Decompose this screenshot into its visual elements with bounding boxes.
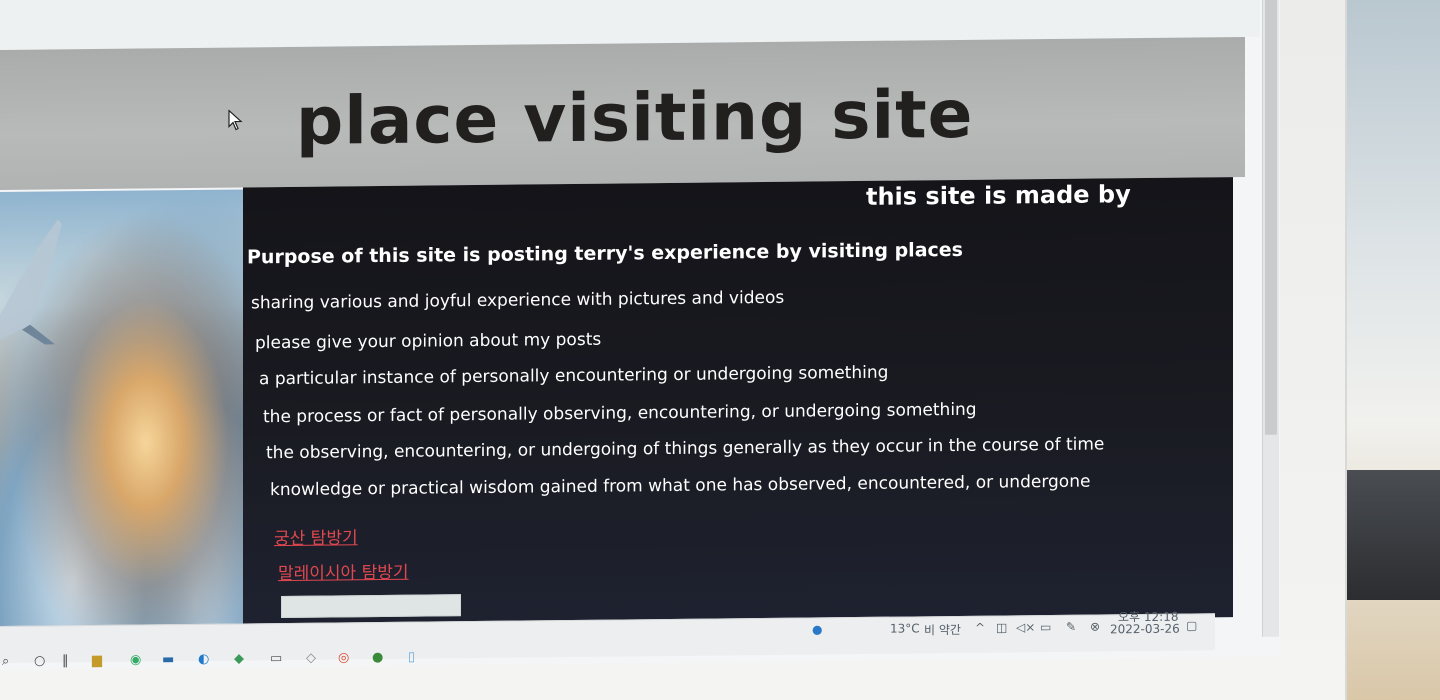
app-icon[interactable]: ▭ — [270, 651, 282, 666]
mail-icon[interactable]: ▬ — [162, 652, 174, 667]
weather-desc[interactable]: 비 약간 — [924, 621, 961, 638]
app-icon[interactable]: ◉ — [130, 653, 141, 668]
text-input[interactable] — [281, 594, 461, 619]
link-gungsan[interactable]: 궁산 탐방기 — [274, 523, 358, 549]
pen-icon[interactable]: ✎ — [1066, 620, 1076, 634]
app-icon[interactable]: ▯ — [408, 650, 415, 665]
content-line: please give your opinion about my posts — [255, 329, 602, 354]
chrome-icon[interactable]: ◎ — [338, 650, 349, 665]
app-icon[interactable]: ◆ — [234, 651, 244, 666]
clock-date[interactable]: 2022-03-26 — [1110, 622, 1180, 637]
search-icon[interactable]: ⌕ — [2, 654, 9, 669]
notification-badge-icon[interactable]: ● — [812, 622, 822, 636]
notification-icon[interactable]: ▢ — [1186, 618, 1197, 632]
task-view-icon[interactable]: ‖ — [62, 653, 69, 668]
edge-icon[interactable]: ◐ — [198, 652, 209, 667]
airplane-wing-graphic — [0, 219, 62, 345]
chevron-up-icon[interactable]: ^ — [975, 621, 985, 635]
link-malaysia[interactable]: 말레이시아 탐방기 — [278, 558, 409, 584]
weather-temp[interactable]: 13°C — [890, 621, 920, 635]
network-icon[interactable]: ◫ — [996, 620, 1007, 634]
cortana-icon[interactable]: ○ — [34, 654, 45, 669]
volume-icon[interactable]: ◁× — [1016, 620, 1035, 634]
monitor-screen: place visiting site this site is made by… — [0, 0, 1280, 670]
battery-icon[interactable]: ▭ — [1040, 620, 1051, 634]
scrollbar-thumb[interactable] — [1265, 0, 1277, 435]
file-explorer-icon[interactable]: ▆ — [92, 653, 102, 668]
made-by-heading: this site is made by — [866, 180, 1131, 211]
page-scrollbar[interactable] — [1262, 0, 1279, 637]
app-icon[interactable]: ◇ — [306, 651, 316, 666]
app-icon[interactable]: ● — [372, 650, 383, 665]
cursor-icon — [228, 109, 243, 131]
sync-icon[interactable]: ⊗ — [1090, 619, 1100, 633]
site-title: place visiting site — [296, 75, 974, 160]
